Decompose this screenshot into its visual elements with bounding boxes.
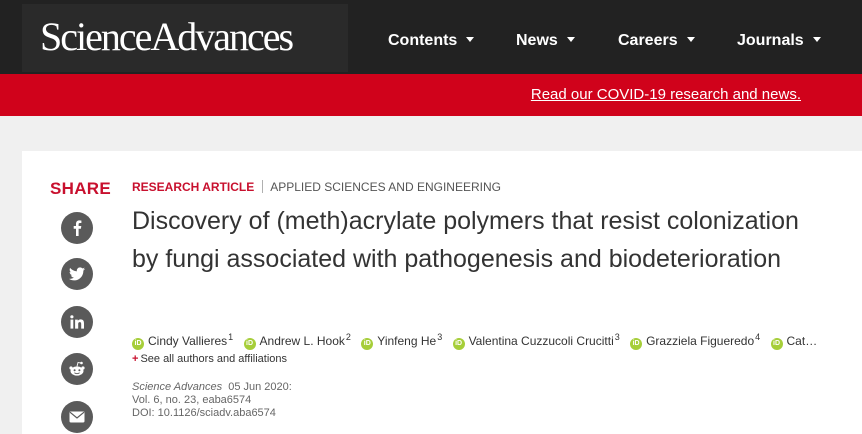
email-share-button[interactable] [61,401,93,433]
twitter-icon [69,267,85,281]
nav-news-label: News [516,32,558,49]
article-subject[interactable]: APPLIED SCIENCES AND ENGINEERING [270,180,501,194]
author-item[interactable]: iD Grazziela Figueredo4 [630,329,760,350]
article-title: Discovery of (meth)acrylate polymers tha… [132,207,799,273]
orcid-icon[interactable]: iD [452,338,465,350]
nav-careers[interactable]: Careers [618,31,695,51]
email-icon [69,411,85,423]
author-name: Grazziela Figueredo [646,334,755,348]
author-affiliation: 2 [345,332,351,342]
covid-research-link[interactable]: Read our COVID-19 research and news. [531,86,801,104]
logo-text: ScienceAdvances [40,14,294,59]
meta-divider [262,180,264,193]
nav-contents[interactable]: Contents [388,31,475,51]
orcid-icon[interactable]: iD [132,338,144,350]
author-item[interactable]: iD Cindy Vallieres1 [132,329,233,350]
author-name: Yinfeng He [377,334,437,348]
citation-journal-line: Science Advances 05 Jun 2020: [132,381,292,394]
citation-date: 05 Jun 2020: [228,381,292,393]
citation-doi[interactable]: DOI: 10.1126/sciadv.aba6574 [132,407,292,420]
nav-journals-label: Journals [737,32,804,49]
see-all-label: See all authors and affiliations [140,353,287,365]
nav-news[interactable]: News [516,31,575,51]
linkedin-icon [70,315,84,329]
author-affiliation: 3 [614,332,620,342]
plus-icon: + [132,353,139,365]
reddit-icon [69,361,85,376]
see-all-authors-link[interactable]: + See all authors and affiliations [132,352,287,366]
chevron-down-icon [812,37,821,42]
citation-block: Science Advances 05 Jun 2020: Vol. 6, no… [132,381,292,420]
author-item[interactable]: iD Valentina Cuzzucoli Crucitti3 [452,329,620,350]
facebook-share-button[interactable] [61,212,93,244]
article-type[interactable]: RESEARCH ARTICLE [132,180,254,194]
author-item[interactable]: iD Cat… [770,333,818,350]
covid-banner: Read our COVID-19 research and news. [0,74,862,116]
article-meta: RESEARCH ARTICLE APPLIED SCIENCES AND ENG… [132,180,501,194]
facebook-icon [73,220,82,236]
science-advances-logo[interactable]: ScienceAdvances [22,4,348,72]
citation-journal: Science Advances [132,381,223,393]
nav-careers-label: Careers [618,32,678,49]
chevron-down-icon [686,37,695,42]
citation-volume: Vol. 6, no. 23, eaba6574 [132,394,252,406]
orcid-icon[interactable]: iD [770,338,783,350]
chevron-down-icon [566,37,575,42]
share-label: SHARE [50,179,112,198]
author-name: Andrew L. Hook [259,334,345,348]
orcid-icon[interactable]: iD [361,338,374,350]
author-affiliation: 4 [755,332,761,342]
author-name: Cat… [786,334,818,348]
author-affiliation: 1 [228,332,234,342]
author-list: iD Cindy Vallieres1 iD Andrew L. Hook2 iD Y… [132,329,832,350]
site-header: ScienceAdvances Contents News Careers Jo… [0,0,862,74]
twitter-share-button[interactable] [61,258,93,290]
linkedin-share-button[interactable] [61,306,93,338]
author-name: Cindy Vallieres [148,334,228,348]
author-item[interactable]: iD Andrew L. Hook2 [243,329,351,350]
author-item[interactable]: iD Yinfeng He3 [361,329,442,350]
nav-contents-label: Contents [388,32,458,49]
reddit-share-button[interactable] [61,353,93,385]
author-name: Valentina Cuzzucoli Crucitti [468,334,614,348]
nav-journals[interactable]: Journals [737,31,821,51]
author-affiliation: 3 [437,332,443,342]
chevron-down-icon [466,37,475,42]
orcid-icon[interactable]: iD [630,338,643,350]
orcid-icon[interactable]: iD [243,338,256,350]
